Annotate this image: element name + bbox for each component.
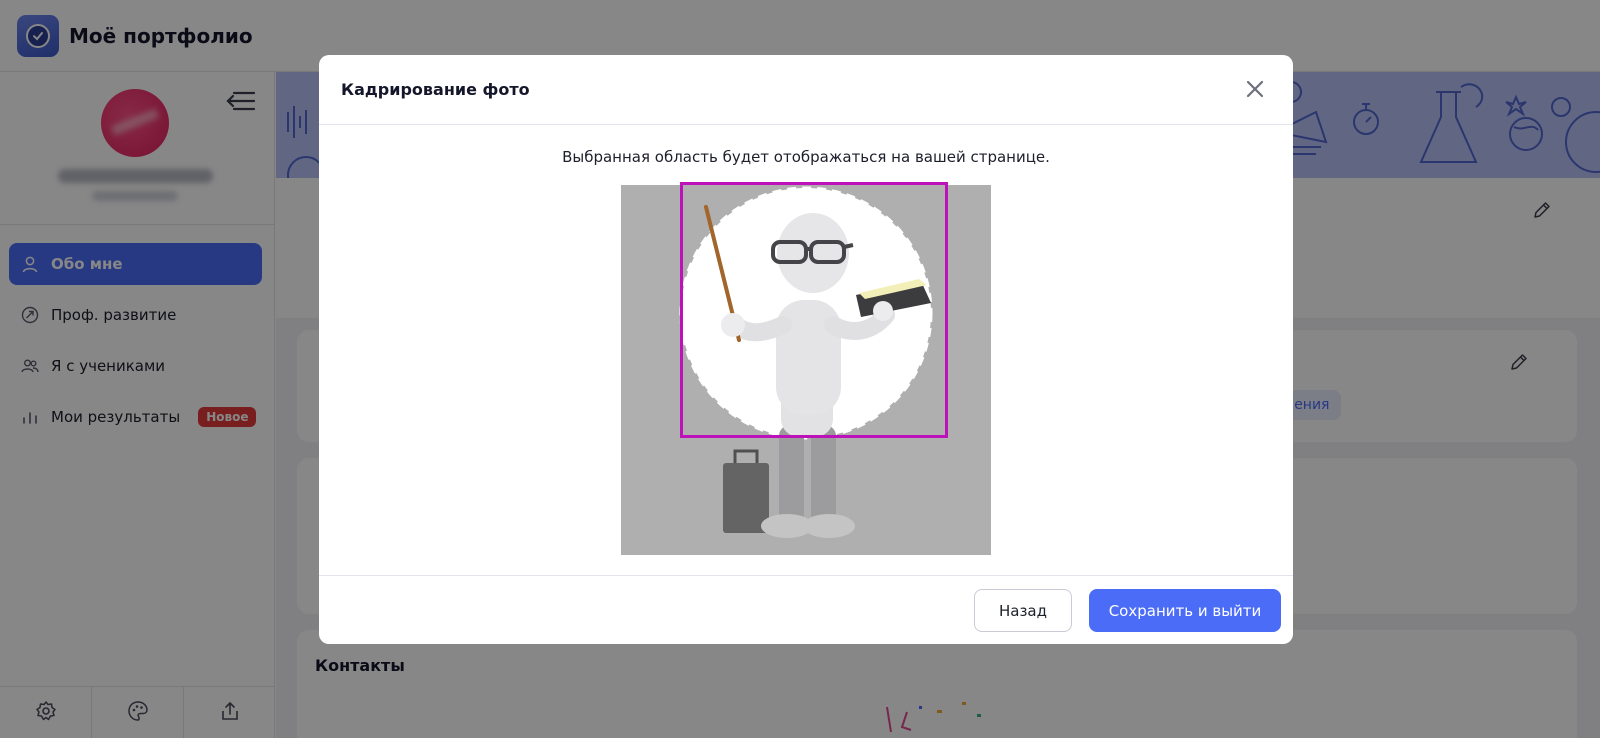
close-icon[interactable] xyxy=(1243,77,1267,101)
crop-selection-frame[interactable] xyxy=(680,182,948,438)
crop-hint-text: Выбранная область будет отображаться на … xyxy=(562,148,1050,166)
crop-photo-dialog: Кадрирование фото Выбранная область буде… xyxy=(319,55,1293,644)
dialog-title: Кадрирование фото xyxy=(341,80,530,99)
back-button[interactable]: Назад xyxy=(974,589,1072,632)
dialog-header: Кадрирование фото xyxy=(319,55,1293,125)
save-and-exit-button[interactable]: Сохранить и выйти xyxy=(1089,589,1281,632)
dialog-footer: Назад Сохранить и выйти xyxy=(319,575,1293,644)
